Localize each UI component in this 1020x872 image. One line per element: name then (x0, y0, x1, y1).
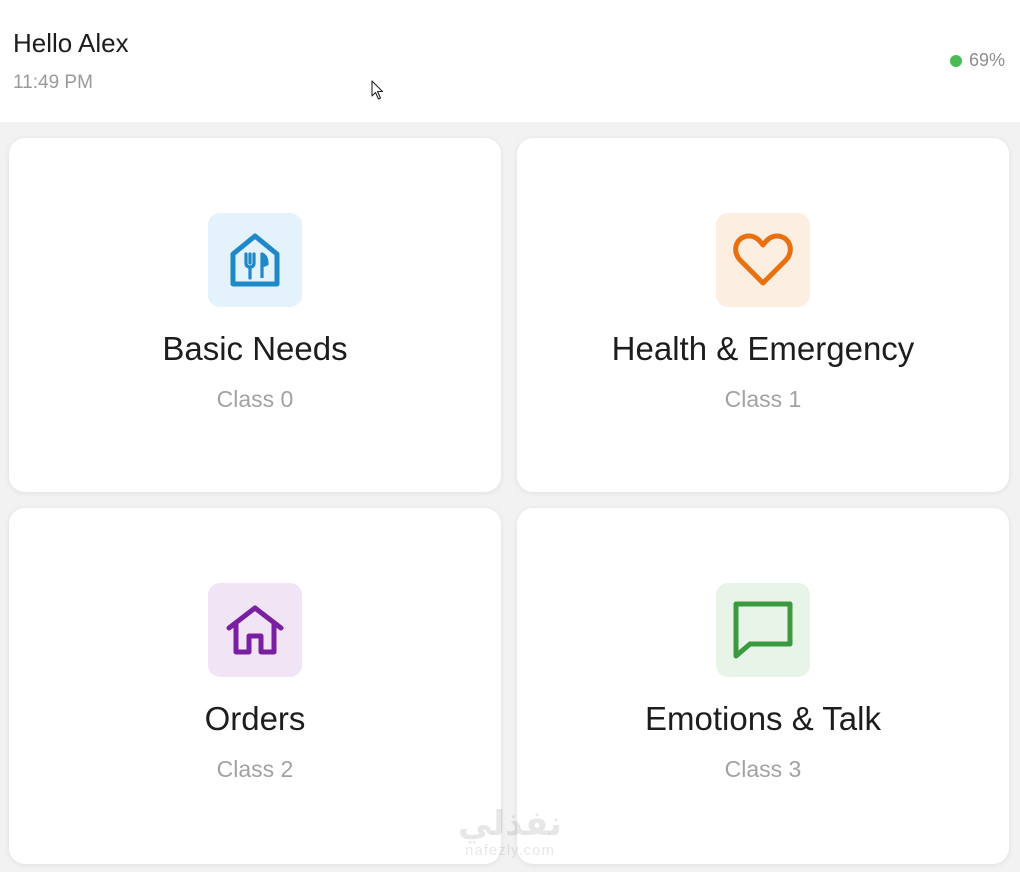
battery-status: 69% (949, 50, 1005, 71)
category-card-basic-needs[interactable]: Basic Needs Class 0 (9, 138, 501, 492)
card-subtitle: Class 3 (724, 756, 802, 782)
card-title: Health & Emergency (611, 330, 915, 367)
clock-time: 11:49 PM (13, 72, 93, 93)
heart-icon (733, 233, 793, 286)
card-title: Basic Needs (162, 330, 348, 367)
card-subtitle: Class 0 (216, 386, 294, 412)
chat-bubble-icon (733, 601, 793, 659)
app-header: Hello Alex 11:49 PM 69% (0, 0, 1020, 122)
house-utensils-icon (230, 233, 280, 287)
mouse-cursor-icon (371, 80, 384, 100)
battery-level: 69% (968, 50, 1005, 70)
category-card-emotions-talk[interactable]: Emotions & Talk Class 3 (517, 508, 1009, 864)
greeting-text: Hello Alex (13, 28, 129, 58)
card-title: Emotions & Talk (645, 700, 881, 737)
icon-tile (716, 583, 810, 677)
card-subtitle: Class 2 (216, 756, 294, 782)
icon-tile (716, 213, 810, 307)
battery-indicator-icon (949, 54, 962, 67)
home-icon (226, 605, 284, 655)
card-title: Orders (204, 700, 306, 737)
category-card-health-emergency[interactable]: Health & Emergency Class 1 (517, 138, 1009, 492)
category-card-orders[interactable]: Orders Class 2 (9, 508, 501, 864)
card-subtitle: Class 1 (724, 386, 802, 412)
icon-tile (208, 213, 302, 307)
icon-tile (208, 583, 302, 677)
